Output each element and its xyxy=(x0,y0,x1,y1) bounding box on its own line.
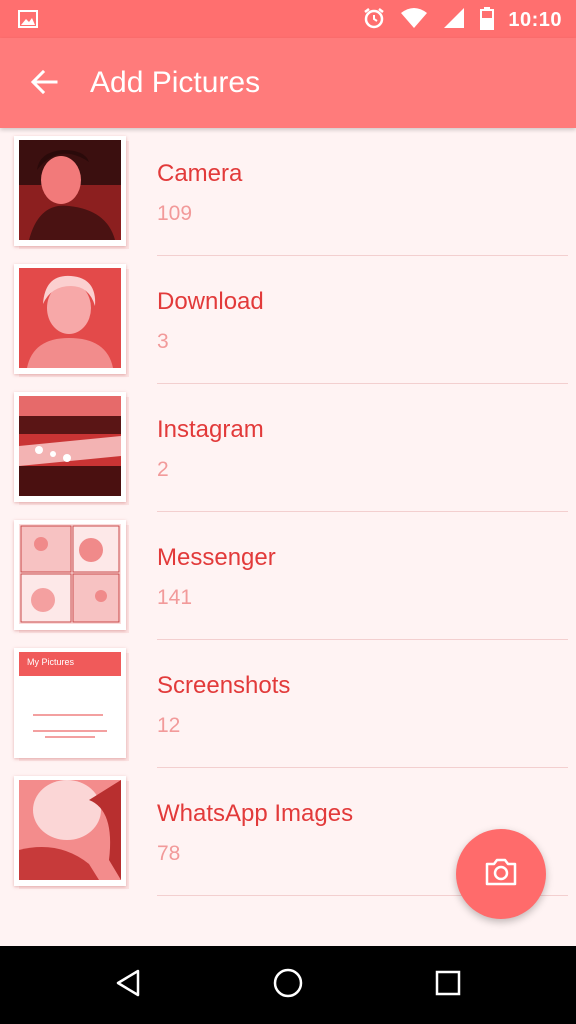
decorative-line xyxy=(45,736,95,738)
album-item-messenger[interactable]: Messenger 141 xyxy=(0,512,576,640)
album-item-camera[interactable]: Camera 109 xyxy=(0,128,576,256)
album-thumbnail xyxy=(14,392,126,502)
alarm-icon xyxy=(362,6,386,35)
album-count: 12 xyxy=(157,714,181,737)
wifi-icon xyxy=(400,7,428,34)
app-bar: Add Pictures xyxy=(0,38,576,128)
system-nav-bar xyxy=(0,946,576,1024)
album-name: Screenshots xyxy=(157,672,291,699)
album-count: 141 xyxy=(157,586,193,609)
album-list: Camera 109 Download 3 Instagram 2 Messen… xyxy=(0,128,576,896)
album-name: Messenger xyxy=(157,544,276,571)
status-icons: 10:10 xyxy=(362,6,562,34)
portrait-photo xyxy=(19,140,121,240)
album-item-download[interactable]: Download 3 xyxy=(0,256,576,384)
album-name: Instagram xyxy=(157,416,264,443)
arrow-back-icon xyxy=(30,69,58,100)
camera-fab-button[interactable] xyxy=(456,829,546,919)
signal-icon xyxy=(442,6,466,35)
image-icon xyxy=(18,10,38,33)
album-name: Download xyxy=(157,288,264,315)
status-time: 10:10 xyxy=(508,8,562,31)
nav-home-button[interactable] xyxy=(268,965,308,1005)
recents-square-icon xyxy=(434,969,462,1002)
album-item-screenshots[interactable]: My Pictures Screenshots 12 xyxy=(0,640,576,768)
page-title: Add Pictures xyxy=(90,66,261,99)
camera-icon xyxy=(484,858,518,891)
screenshot-photo: My Pictures xyxy=(19,652,121,752)
album-thumbnail: My Pictures xyxy=(14,648,126,758)
selfie-photo xyxy=(19,268,121,368)
album-count: 2 xyxy=(157,458,169,481)
album-count: 109 xyxy=(157,202,193,225)
comic-photo xyxy=(19,524,121,624)
back-triangle-icon xyxy=(114,968,142,1003)
album-thumbnail xyxy=(14,136,126,246)
landscape-photo xyxy=(19,396,121,496)
album-item-instagram[interactable]: Instagram 2 xyxy=(0,384,576,512)
album-name: WhatsApp Images xyxy=(157,800,354,827)
back-button[interactable] xyxy=(22,62,66,106)
screenshot-header-text: My Pictures xyxy=(27,657,75,667)
status-bar: 10:10 xyxy=(0,0,576,38)
nav-back-button[interactable] xyxy=(108,965,148,1005)
decorative-line xyxy=(33,714,103,716)
face-photo xyxy=(19,780,121,880)
battery-icon xyxy=(480,6,495,35)
album-name: Camera xyxy=(157,160,243,187)
nav-recents-button[interactable] xyxy=(428,965,468,1005)
home-circle-icon xyxy=(272,967,304,1004)
decorative-line xyxy=(33,730,107,732)
album-thumbnail xyxy=(14,776,126,886)
album-count: 78 xyxy=(157,842,181,865)
album-thumbnail xyxy=(14,264,126,374)
screenshot-header: My Pictures xyxy=(19,652,121,676)
album-count: 3 xyxy=(157,330,169,353)
album-thumbnail xyxy=(14,520,126,630)
